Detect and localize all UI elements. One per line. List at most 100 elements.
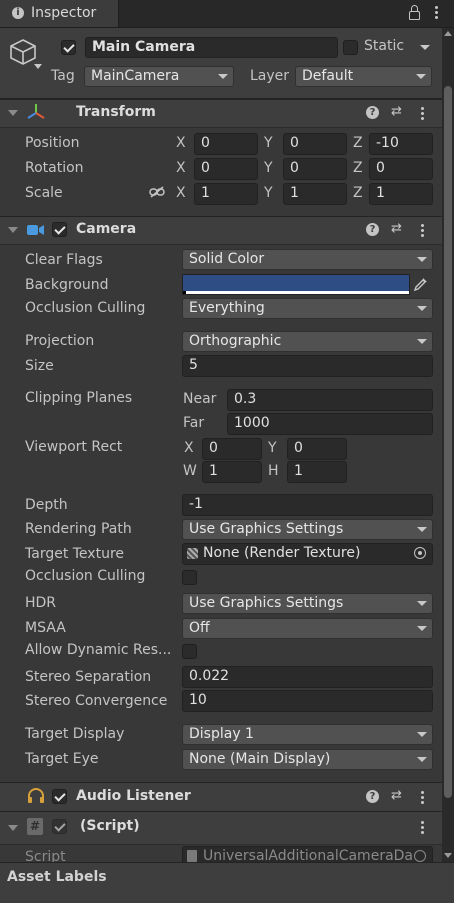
scale-y-field[interactable]: 1 <box>283 183 347 205</box>
transform-foldout-icon[interactable] <box>8 110 18 116</box>
object-picker-dot-icon <box>418 551 422 555</box>
lock-icon[interactable] <box>409 11 420 20</box>
target-texture-field[interactable]: None (Render Texture) <box>182 543 433 565</box>
presets-icon[interactable]: ⇄ <box>391 788 402 803</box>
audio-listener-enabled-checkbox[interactable] <box>52 789 67 804</box>
far-field[interactable]: 1000 <box>227 413 433 435</box>
tag-label: Tag <box>51 68 75 84</box>
rotation-y-field[interactable]: 0 <box>283 158 347 180</box>
rendering-path-label: Rendering Path <box>25 521 132 537</box>
active-checkbox[interactable] <box>61 40 76 55</box>
script-enabled-checkbox[interactable] <box>52 819 67 834</box>
rendering-path-value: Use Graphics Settings <box>189 521 344 537</box>
eyedropper-icon[interactable] <box>413 276 429 292</box>
target-texture-label: Target Texture <box>25 546 125 562</box>
projection-label: Projection <box>25 333 95 349</box>
layer-label: Layer <box>250 68 290 84</box>
object-name-field[interactable]: Main Camera <box>85 37 338 58</box>
stereo-convergence-field[interactable]: 10 <box>182 690 433 712</box>
hdr-value: Use Graphics Settings <box>189 595 344 611</box>
hdr-dropdown[interactable]: Use Graphics Settings <box>182 593 433 614</box>
rotation-label: Rotation <box>25 160 84 176</box>
camera-foldout-icon[interactable] <box>8 227 18 233</box>
camera-menu-icon[interactable] <box>421 224 424 239</box>
size-field[interactable]: 5 <box>182 355 433 377</box>
dynamic-resolution-label: Allow Dynamic Res... <box>25 642 172 658</box>
layer-dropdown[interactable]: Default <box>295 66 432 87</box>
near-field[interactable]: 0.3 <box>227 389 433 411</box>
position-y-field[interactable]: 0 <box>283 133 347 155</box>
clear-flags-value: Solid Color <box>189 251 265 267</box>
position-x-label: X <box>176 135 186 151</box>
presets-icon[interactable]: ⇄ <box>391 104 402 119</box>
help-icon[interactable]: ? <box>366 223 379 236</box>
size-label: Size <box>25 358 54 374</box>
chevron-down-icon <box>417 626 427 631</box>
clear-flags-dropdown[interactable]: Solid Color <box>182 249 433 270</box>
viewport-rect-label: Viewport Rect <box>25 439 123 455</box>
scale-y-label: Y <box>264 185 273 201</box>
headphones-icon <box>28 788 44 803</box>
constrain-proportions-icon[interactable] <box>149 186 165 198</box>
camera-enabled-checkbox[interactable] <box>52 222 67 237</box>
object-picker-icon[interactable] <box>414 850 426 862</box>
position-z-field[interactable]: -10 <box>369 133 433 155</box>
scrollbar[interactable] <box>442 28 454 862</box>
viewport-x-field[interactable]: 0 <box>202 438 262 460</box>
position-y-label: Y <box>264 135 273 151</box>
chevron-down-icon <box>416 74 426 79</box>
tag-dropdown[interactable]: MainCamera <box>84 66 234 87</box>
stereo-separation-field[interactable]: 0.022 <box>182 666 433 688</box>
camera-icon <box>27 225 44 235</box>
position-z-label: Z <box>353 135 363 151</box>
position-x-field[interactable]: 0 <box>194 133 258 155</box>
chevron-down-icon <box>417 257 427 262</box>
viewport-h-field[interactable]: 1 <box>287 461 347 483</box>
icon-dropdown-arrow-icon[interactable] <box>34 64 42 69</box>
target-eye-dropdown[interactable]: None (Main Display) <box>182 749 433 770</box>
alpha-bar-empty <box>183 291 186 294</box>
chevron-down-icon <box>417 732 427 737</box>
transform-menu-icon[interactable] <box>421 107 424 122</box>
msaa-dropdown[interactable]: Off <box>182 618 433 639</box>
scroll-down-arrow-icon[interactable] <box>444 853 452 858</box>
viewport-y-label: Y <box>268 440 277 456</box>
culling-mask-dropdown[interactable]: Everything <box>182 298 433 319</box>
rotation-x-field[interactable]: 0 <box>194 158 258 180</box>
script-hash-icon: # <box>27 818 43 835</box>
target-display-value: Display 1 <box>189 726 254 742</box>
lock-shackle-icon <box>411 5 418 12</box>
dynamic-resolution-checkbox[interactable] <box>182 644 197 659</box>
transform-axes-icon <box>27 104 45 119</box>
asset-labels-bar[interactable]: Asset Labels <box>0 862 454 903</box>
projection-dropdown[interactable]: Orthographic <box>182 331 433 352</box>
viewport-x-label: X <box>184 440 194 456</box>
static-dropdown-arrow-icon[interactable] <box>420 45 430 50</box>
inspector-tab[interactable]: i Inspector <box>0 0 119 27</box>
presets-icon[interactable]: ⇄ <box>391 221 402 236</box>
target-display-dropdown[interactable]: Display 1 <box>182 724 433 745</box>
scrollbar-thumb[interactable] <box>444 86 452 798</box>
scale-x-field[interactable]: 1 <box>194 183 258 205</box>
scroll-up-arrow-icon[interactable] <box>444 31 452 36</box>
scale-x-label: X <box>176 185 186 201</box>
background-color-field[interactable] <box>182 274 410 295</box>
script-foldout-icon[interactable] <box>8 825 18 831</box>
rotation-y-label: Y <box>264 160 273 176</box>
static-checkbox[interactable] <box>343 40 358 55</box>
help-icon[interactable]: ? <box>366 106 379 119</box>
audio-listener-menu-icon[interactable] <box>421 791 424 806</box>
viewport-w-field[interactable]: 1 <box>202 461 262 483</box>
rendering-path-dropdown[interactable]: Use Graphics Settings <box>182 519 433 540</box>
scale-z-field[interactable]: 1 <box>369 183 433 205</box>
script-menu-icon[interactable] <box>421 821 424 836</box>
help-icon[interactable]: ? <box>366 790 379 803</box>
position-label: Position <box>25 135 80 151</box>
gameobject-cube-icon <box>10 39 36 65</box>
rotation-z-field[interactable]: 0 <box>369 158 433 180</box>
tab-menu-icon[interactable] <box>435 6 438 21</box>
depth-field[interactable]: -1 <box>182 494 433 516</box>
occlusion-culling-label: Occlusion Culling <box>25 568 146 584</box>
occlusion-culling-checkbox[interactable] <box>182 570 197 585</box>
viewport-y-field[interactable]: 0 <box>287 438 347 460</box>
